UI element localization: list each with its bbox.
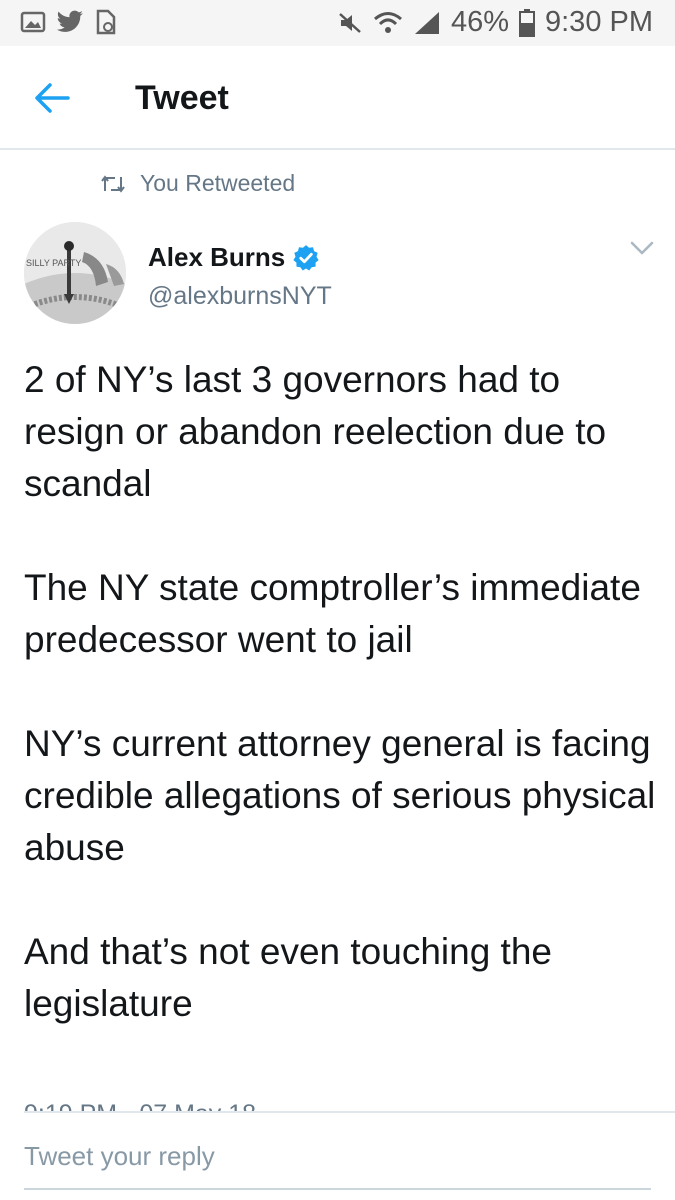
tweet-detail-screen: 46% 9:30 PM Tweet You Retweeted SILLY PA… (0, 0, 675, 1200)
tweet-paragraph: The NY state comptroller’s immediate pre… (24, 567, 641, 660)
mute-icon (339, 12, 361, 33)
app-header: Tweet (0, 46, 675, 150)
tweet-paragraph: And that’s not even touching the legisla… (24, 931, 552, 1024)
retweet-icon (101, 174, 125, 193)
notification-icons (20, 9, 118, 35)
verified-badge-icon (293, 245, 319, 271)
twitter-notification-icon (56, 10, 83, 32)
wifi-icon (373, 11, 402, 33)
tweet-paragraph: NY’s current attorney general is facing … (24, 723, 656, 868)
clock: 9:30 PM (545, 6, 653, 38)
retweet-context: You Retweeted (100, 170, 295, 197)
author-handle[interactable]: @alexburnsNYT (148, 282, 332, 311)
back-arrow-icon[interactable] (34, 82, 70, 114)
system-indicators: 46% 9:30 PM (337, 6, 653, 39)
chevron-down-icon[interactable] (630, 240, 654, 256)
battery-percentage: 46% (450, 6, 509, 38)
tweet-timestamp: 9:19 PM · 07 May 18 (24, 1094, 256, 1112)
document-notification-icon (96, 9, 116, 35)
status-bar: 46% 9:30 PM (0, 0, 675, 46)
battery-icon (519, 8, 535, 37)
avatar-text: SILLY PARTY (26, 258, 81, 268)
retweet-context-label: You Retweeted (140, 170, 296, 196)
avatar-image: SILLY PARTY (24, 222, 126, 324)
page-title: Tweet (135, 79, 229, 117)
author-avatar[interactable]: SILLY PARTY (24, 222, 126, 324)
reply-input-underline (24, 1188, 651, 1190)
reply-input[interactable] (24, 1134, 651, 1178)
signal-icon (414, 11, 439, 34)
divider (24, 1111, 675, 1113)
gallery-notification-icon (20, 11, 46, 33)
tweet-text: 2 of NY’s last 3 governors had to resign… (24, 354, 659, 1030)
author-name[interactable]: Alex Burns (148, 242, 285, 273)
tweet-paragraph: 2 of NY’s last 3 governors had to resign… (24, 359, 607, 504)
